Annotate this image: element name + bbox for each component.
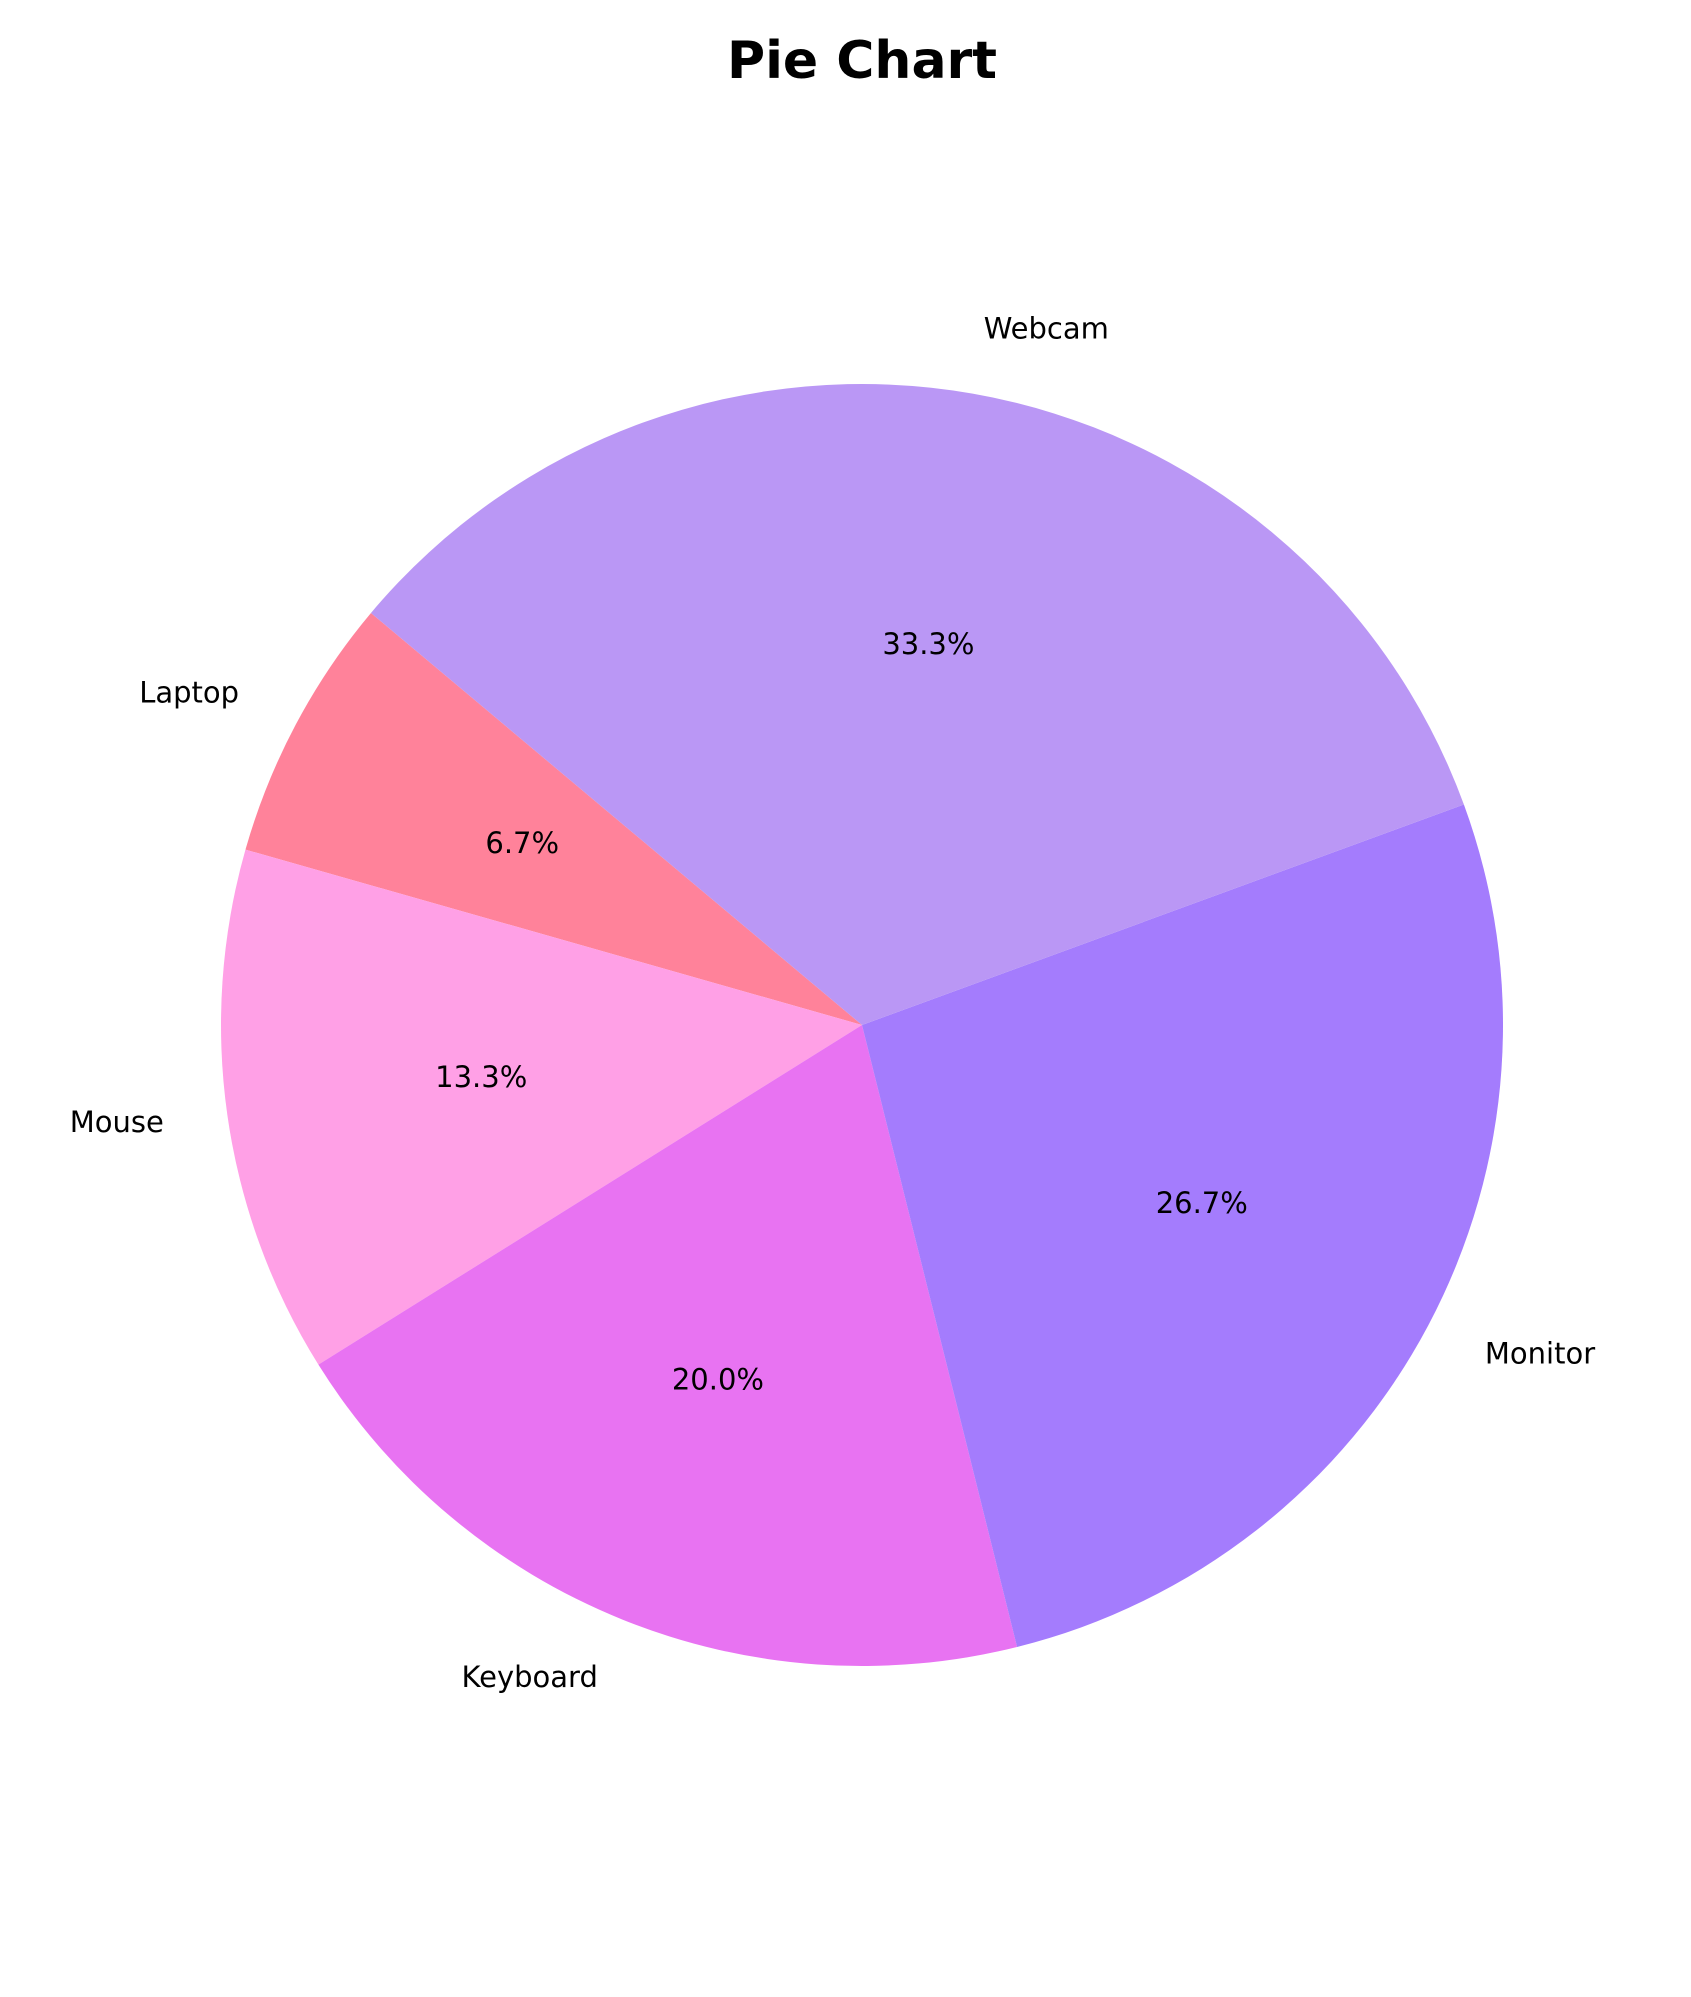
slice-label: Webcam [984,311,1109,345]
slice-label: Mouse [70,1105,164,1139]
pie-chart: Pie Chart Laptop 6.7% Mouse 13.3% Keyboard 20… [70,31,1595,1694]
percent-label: 33.3% [882,627,974,661]
chart-title: Pie Chart [727,31,997,91]
slice-label: Monitor [1485,1336,1595,1370]
percent-label: 20.0% [672,1363,764,1397]
slice-label: Laptop [139,676,239,710]
percent-label: 13.3% [435,1060,527,1094]
slice-label: Keyboard [462,1660,598,1694]
percent-label: 26.7% [1156,1186,1248,1220]
percent-label: 6.7% [485,826,559,860]
